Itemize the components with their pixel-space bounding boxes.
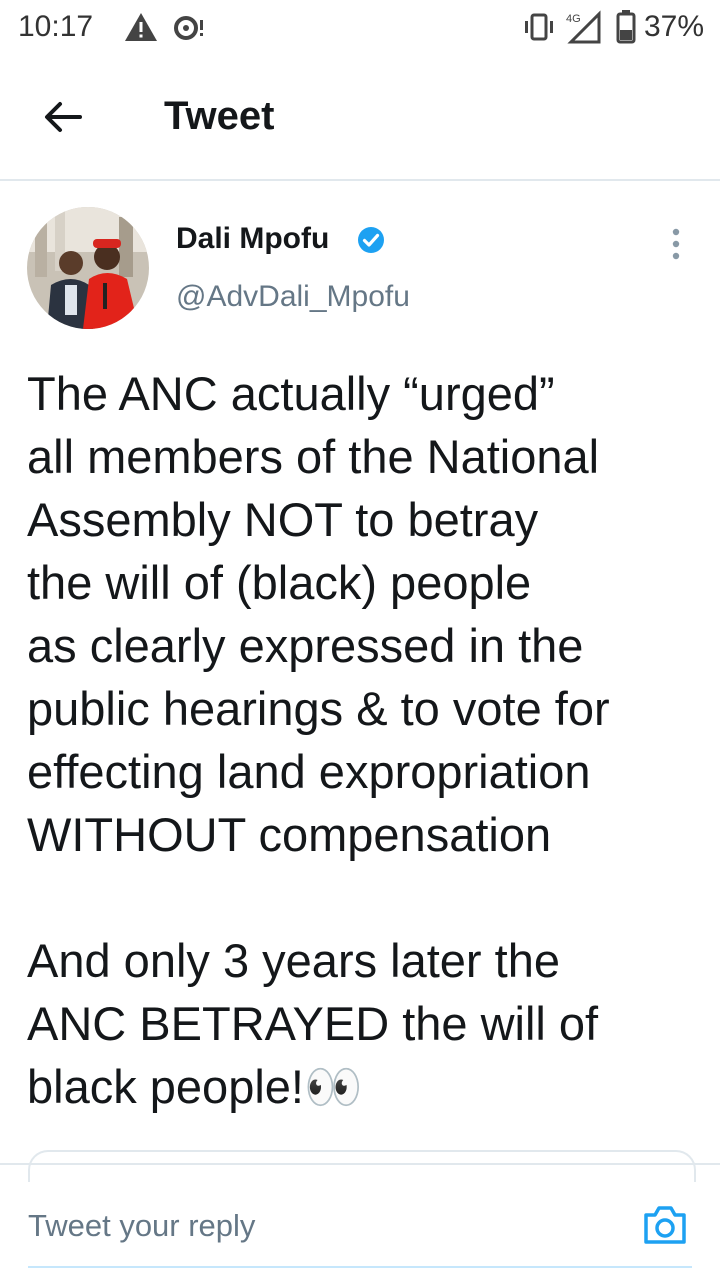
- camera-icon: [644, 1206, 686, 1244]
- arrow-left-icon: [45, 102, 82, 132]
- tweet-text: The ANC actually “urged” all members of …: [27, 367, 610, 1113]
- battery-icon: [616, 10, 636, 49]
- vibrate-icon: [522, 12, 556, 47]
- status-bar: 10:17 4G 37%: [0, 0, 720, 56]
- page-title: Tweet: [164, 94, 275, 138]
- status-time: 10:17: [18, 10, 94, 43]
- warning-icon: [124, 12, 158, 47]
- app-header: Tweet: [0, 56, 720, 181]
- reply-input[interactable]: [28, 1198, 588, 1254]
- back-button[interactable]: [40, 94, 86, 140]
- author-handle[interactable]: @AdvDali_Mpofu: [176, 280, 410, 314]
- network-type: 4G: [566, 13, 581, 25]
- avatar-photo: [27, 207, 149, 329]
- reply-underline: [28, 1266, 692, 1268]
- sync-icon: [174, 14, 206, 45]
- more-vertical-icon: [672, 228, 680, 260]
- author-name[interactable]: Dali Mpofu: [176, 222, 329, 256]
- verified-badge-icon: [356, 225, 386, 260]
- camera-button[interactable]: [640, 1200, 690, 1250]
- more-options-button[interactable]: [660, 224, 692, 264]
- signal-icon: 4G: [565, 10, 601, 49]
- embedded-card-edge: [28, 1150, 696, 1182]
- avatar[interactable]: [27, 207, 149, 329]
- battery-percent: 37%: [644, 10, 705, 43]
- reply-divider: [0, 1163, 720, 1165]
